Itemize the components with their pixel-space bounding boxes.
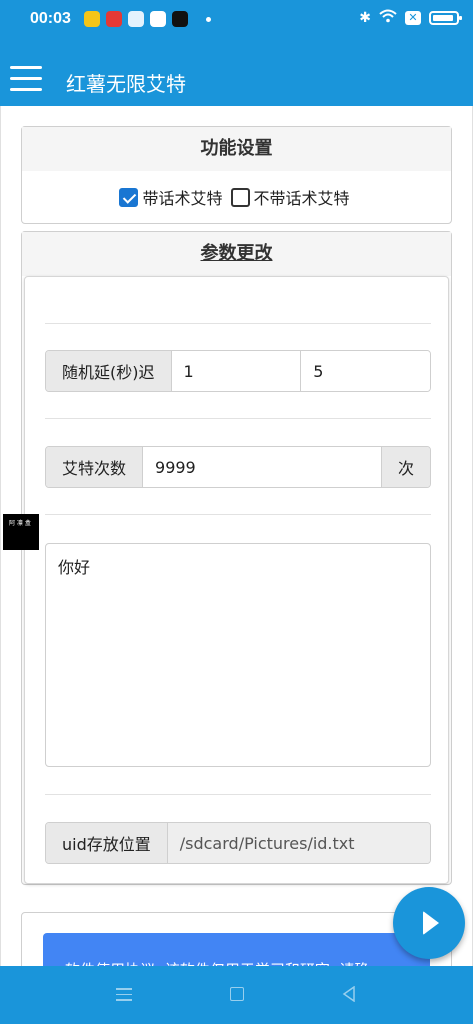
uid-path-label: uid存放位置 [46,823,168,863]
floating-overlay-badge[interactable]: 阿 凛 盒 [3,514,39,550]
function-settings-title: 功能设置 [22,127,451,171]
news-icon [106,11,122,27]
delay-input-group: 随机延(秒)迟 1 5 [45,350,431,392]
params-title[interactable]: 参数更改 [22,232,451,276]
without-script-label[interactable]: 不带话术艾特 [254,185,350,209]
count-input-group: 艾特次数 9999 次 [45,446,431,488]
notice-panel: 软件使用协议: 该软件仅用于学习和研究, 请确 [21,912,452,966]
license-notice: 软件使用协议: 该软件仅用于学习和研究, 请确 [43,933,430,966]
divider [45,794,431,795]
without-script-checkbox[interactable] [230,187,250,207]
delay-label: 随机延(秒)迟 [46,351,172,391]
weibo-icon [84,11,100,27]
tiktok-icon [172,11,188,27]
wifi-icon [379,9,397,27]
delay-min-input[interactable]: 1 [171,351,301,391]
battery-icon [429,11,462,25]
hamburger-menu-icon[interactable] [10,66,42,92]
app-bar: 红薯无限艾特 [0,40,473,106]
bluetooth-icon: ✱ [359,10,371,26]
count-input[interactable]: 9999 [143,447,381,487]
delay-max-input[interactable]: 5 [300,351,430,391]
divider [45,323,431,324]
mode-checkboxes: 带话术艾特 不带话术艾特 [22,171,451,209]
uid-path-group: uid存放位置 /sdcard/Pictures/id.txt [45,822,431,864]
message-textarea[interactable]: 你好 [45,543,431,767]
function-settings-panel: 功能设置 带话术艾特 不带话术艾特 [21,126,452,224]
system-nav-bar [0,966,473,1024]
params-panel: 参数更改 随机延(秒)迟 1 5 艾特次数 9999 次 你好 uid存放位置 … [21,231,452,885]
home-icon[interactable] [230,987,244,1001]
with-script-checkbox[interactable] [119,187,139,207]
status-indicators: ✱ ✕ [359,9,462,27]
status-bar: 00:03 ✱ ✕ [0,0,473,40]
start-play-button[interactable] [393,887,465,959]
recent-apps-icon[interactable] [116,988,132,1005]
back-icon[interactable] [342,986,356,1002]
divider [45,514,431,515]
sim-x-icon: ✕ [405,11,421,25]
status-app-icons [84,11,211,27]
params-card: 随机延(秒)迟 1 5 艾特次数 9999 次 你好 uid存放位置 /sdca… [24,276,449,884]
status-time: 00:03 [30,10,71,27]
app-icon [128,11,144,27]
with-script-label[interactable]: 带话术艾特 [142,185,222,209]
app-title: 红薯无限艾特 [66,72,186,96]
browser-icon [150,11,166,27]
count-label: 艾特次数 [46,447,144,487]
count-suffix: 次 [380,447,430,487]
main-content[interactable]: 功能设置 带话术艾特 不带话术艾特 参数更改 随机延(秒)迟 1 5 艾特次数 … [0,106,473,966]
notification-dot-icon [206,16,211,22]
uid-path-input: /sdcard/Pictures/id.txt [167,823,430,863]
divider [45,418,431,419]
